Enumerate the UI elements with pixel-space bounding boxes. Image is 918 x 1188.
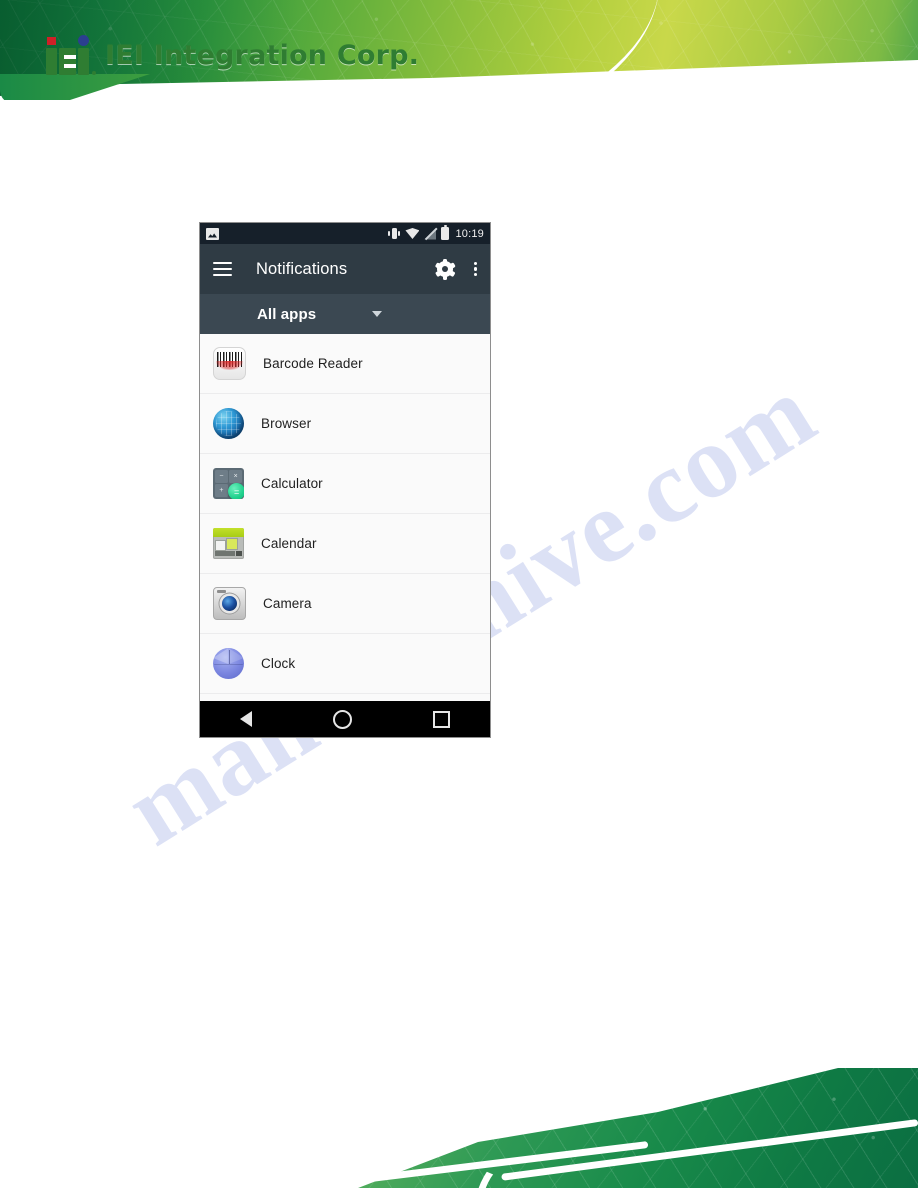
- list-item[interactable]: Clock: [200, 634, 490, 694]
- chevron-down-icon[interactable]: [372, 311, 383, 317]
- screenshot-notification-icon: [206, 227, 219, 240]
- page-header: IEI Integration Corp.: [0, 0, 918, 112]
- battery-icon: [441, 225, 450, 240]
- app-bar: Notifications: [200, 244, 490, 294]
- status-bar-system-icons: 10:19: [388, 225, 484, 240]
- calculator-icon: − × + =: [213, 468, 244, 499]
- calc-key-equals: =: [228, 483, 244, 499]
- logo-letter-i: [46, 37, 57, 75]
- gear-icon[interactable]: [434, 258, 456, 280]
- page-title: Notifications: [256, 259, 348, 278]
- calendar-icon: [213, 528, 244, 559]
- barcode-reader-icon: [213, 347, 246, 380]
- status-bar-notifications: [206, 227, 388, 240]
- status-bar: 10:19: [200, 223, 490, 244]
- list-item[interactable]: Camera: [200, 574, 490, 634]
- app-filter-bar[interactable]: All apps: [200, 294, 490, 334]
- app-list: Barcode Reader Browser − × + = Calculato…: [200, 334, 490, 694]
- clock-icon: [213, 648, 244, 679]
- browser-globe-icon: [213, 408, 244, 439]
- app-name: Barcode Reader: [263, 356, 363, 371]
- logo-letter-i2: [78, 35, 89, 75]
- logo-dot: [92, 71, 96, 75]
- wifi-icon: [405, 228, 420, 239]
- signal-off-icon: [424, 227, 438, 240]
- navigation-bar: [200, 701, 490, 737]
- calc-key-times: ×: [229, 470, 242, 483]
- logo-letter-e: [59, 48, 76, 75]
- back-triangle-icon[interactable]: [240, 711, 253, 727]
- app-name: Clock: [261, 656, 296, 671]
- brand-name: IEI Integration Corp.: [105, 39, 420, 71]
- iei-logo-mark: [46, 35, 96, 75]
- hamburger-icon[interactable]: [213, 262, 232, 276]
- calc-key-minus: −: [215, 470, 228, 483]
- app-name: Browser: [261, 416, 312, 431]
- app-name: Camera: [263, 596, 312, 611]
- recents-square-icon[interactable]: [432, 710, 450, 728]
- app-name: Calendar: [261, 536, 317, 551]
- list-item[interactable]: Barcode Reader: [200, 334, 490, 394]
- list-item[interactable]: Calendar: [200, 514, 490, 574]
- calc-key-plus: +: [215, 484, 228, 497]
- iei-logo: IEI Integration Corp.: [46, 34, 419, 76]
- page-footer: [0, 1068, 918, 1188]
- filter-label: All apps: [257, 305, 317, 323]
- vibrate-icon: [388, 227, 401, 240]
- list-item[interactable]: Browser: [200, 394, 490, 454]
- app-name: Calculator: [261, 476, 323, 491]
- footer-arc-curve: [455, 1070, 719, 1188]
- phone-screenshot: 10:19 Notifications All apps Barcode Rea…: [199, 222, 491, 738]
- status-bar-clock: 10:19: [455, 227, 484, 240]
- home-circle-icon[interactable]: [332, 709, 352, 729]
- list-item[interactable]: − × + = Calculator: [200, 454, 490, 514]
- overflow-menu-icon[interactable]: [473, 261, 477, 277]
- camera-icon: [213, 587, 246, 620]
